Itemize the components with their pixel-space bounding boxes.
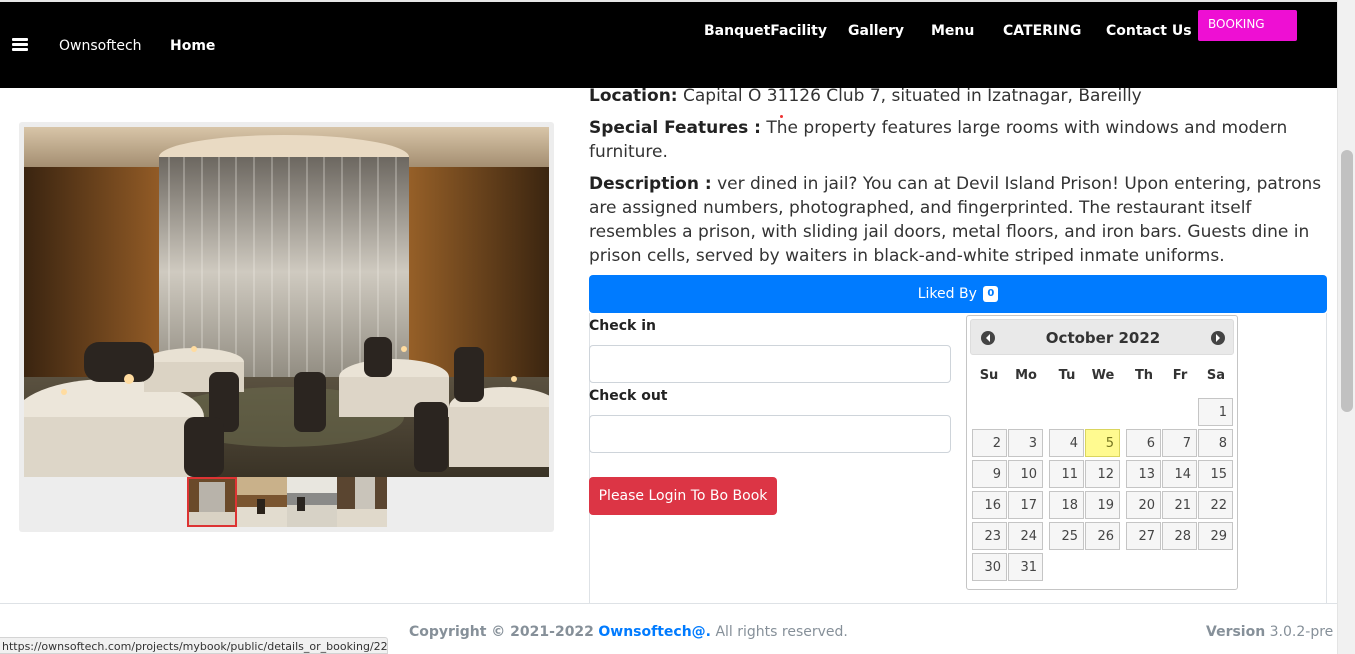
features-label: Special Features : <box>589 118 761 138</box>
liked-by-button[interactable]: Liked By 0 <box>589 275 1327 313</box>
version-value: 3.0.2-pre <box>1269 624 1334 640</box>
weekday-tu: Tu <box>1058 368 1076 383</box>
login-to-book-button[interactable]: Please Login To Bo Book <box>589 477 777 515</box>
weekday-we: We <box>1091 368 1115 383</box>
checkout-label: Check out <box>589 388 668 404</box>
menu-icon[interactable] <box>12 38 28 52</box>
rights-text: All rights reserved. <box>715 624 848 640</box>
weekday-mo: Mo <box>1015 368 1037 383</box>
description-line: Description : ver dined in jail? You can… <box>589 172 1327 268</box>
liked-count-badge: 0 <box>983 286 999 302</box>
day-23[interactable]: 23 <box>972 522 1007 550</box>
day-9[interactable]: 9 <box>972 460 1007 488</box>
day-18[interactable]: 18 <box>1049 491 1084 519</box>
day-10[interactable]: 10 <box>1008 460 1043 488</box>
booking-button[interactable]: BOOKING <box>1198 10 1297 41</box>
thumbnail-1[interactable] <box>187 477 237 527</box>
footer-brand-link[interactable]: Ownsoftech@. <box>598 624 711 640</box>
nav-link-contact[interactable]: Contact Us <box>1106 23 1192 39</box>
day-24[interactable]: 24 <box>1008 522 1043 550</box>
day-11[interactable]: 11 <box>1049 460 1084 488</box>
weekday-th: Th <box>1134 368 1154 383</box>
description-label: Description : <box>589 174 712 194</box>
checkout-input[interactable] <box>589 415 951 453</box>
nav-link-catering[interactable]: CATERING <box>1003 23 1081 39</box>
location-line: Location: Capital O 31126 Club 7, situat… <box>589 84 1329 108</box>
day-1[interactable]: 1 <box>1198 398 1233 426</box>
day-29[interactable]: 29 <box>1198 522 1233 550</box>
liked-by-label: Liked By <box>917 286 977 302</box>
day-2[interactable]: 2 <box>972 429 1007 457</box>
day-5[interactable]: 5 <box>1085 429 1120 457</box>
day-8[interactable]: 8 <box>1198 429 1233 457</box>
features-line: Special Features : The property features… <box>589 116 1329 164</box>
day-4[interactable]: 4 <box>1049 429 1084 457</box>
day-25[interactable]: 25 <box>1049 522 1084 550</box>
image-gallery <box>19 122 554 532</box>
thumbnail-2[interactable] <box>237 477 287 527</box>
day-27[interactable]: 27 <box>1126 522 1161 550</box>
day-14[interactable]: 14 <box>1162 460 1197 488</box>
nav-home-link[interactable]: Home <box>170 38 215 54</box>
copyright-prefix: Copyright © 2021-2022 <box>409 624 594 640</box>
day-20[interactable]: 20 <box>1126 491 1161 519</box>
day-26[interactable]: 26 <box>1085 522 1120 550</box>
day-30[interactable]: 30 <box>972 553 1007 581</box>
thumbnail-strip <box>187 477 387 527</box>
day-7[interactable]: 7 <box>1162 429 1197 457</box>
checkin-input[interactable] <box>589 345 951 383</box>
scrollbar-thumb[interactable] <box>1341 150 1353 412</box>
next-month-icon[interactable] <box>1211 331 1225 345</box>
day-21[interactable]: 21 <box>1162 491 1197 519</box>
scrollbar[interactable] <box>1337 0 1355 654</box>
nav-link-gallery[interactable]: Gallery <box>848 23 904 39</box>
cursor-dot <box>780 115 783 118</box>
version-info: Version 3.0.2-pre <box>1206 624 1333 640</box>
location-value: Capital O 31126 Club 7, situated in Izat… <box>683 86 1142 106</box>
day-17[interactable]: 17 <box>1008 491 1043 519</box>
day-28[interactable]: 28 <box>1162 522 1197 550</box>
navbar: Ownsoftech Home BanquetFacility Gallery … <box>0 2 1337 88</box>
day-22[interactable]: 22 <box>1198 491 1233 519</box>
day-19[interactable]: 19 <box>1085 491 1120 519</box>
day-6[interactable]: 6 <box>1126 429 1161 457</box>
location-label: Location: <box>589 86 678 106</box>
datepicker: October 2022 Su Mo Tu We Th Fr Sa 1 2 3 4 5 6 7 8 9 10 1… <box>966 315 1238 590</box>
checkin-label: Check in <box>589 318 656 334</box>
day-13[interactable]: 13 <box>1126 460 1161 488</box>
page: Ownsoftech Home BanquetFacility Gallery … <box>0 0 1355 654</box>
weekday-sa: Sa <box>1206 368 1226 383</box>
nav-link-banquet[interactable]: BanquetFacility <box>704 23 827 39</box>
day-12[interactable]: 12 <box>1085 460 1120 488</box>
copyright: Copyright © 2021-2022 Ownsoftech@. All r… <box>409 624 848 640</box>
day-15[interactable]: 15 <box>1198 460 1233 488</box>
weekday-su: Su <box>979 368 999 383</box>
main-restaurant-image[interactable] <box>24 127 549 477</box>
day-16[interactable]: 16 <box>972 491 1007 519</box>
thumbnail-3[interactable] <box>287 477 337 527</box>
day-3[interactable]: 3 <box>1008 429 1043 457</box>
datepicker-header: October 2022 <box>970 319 1234 355</box>
datepicker-title: October 2022 <box>1045 329 1161 347</box>
weekday-fr: Fr <box>1172 368 1188 383</box>
day-31[interactable]: 31 <box>1008 553 1043 581</box>
nav-link-menu[interactable]: Menu <box>931 23 974 39</box>
thumbnail-4[interactable] <box>337 477 387 527</box>
version-label: Version <box>1206 624 1266 640</box>
status-bar-url: https://ownsoftech.com/projects/mybook/p… <box>0 637 388 654</box>
brand-link[interactable]: Ownsoftech <box>59 38 142 54</box>
content-border-right <box>1326 313 1327 603</box>
